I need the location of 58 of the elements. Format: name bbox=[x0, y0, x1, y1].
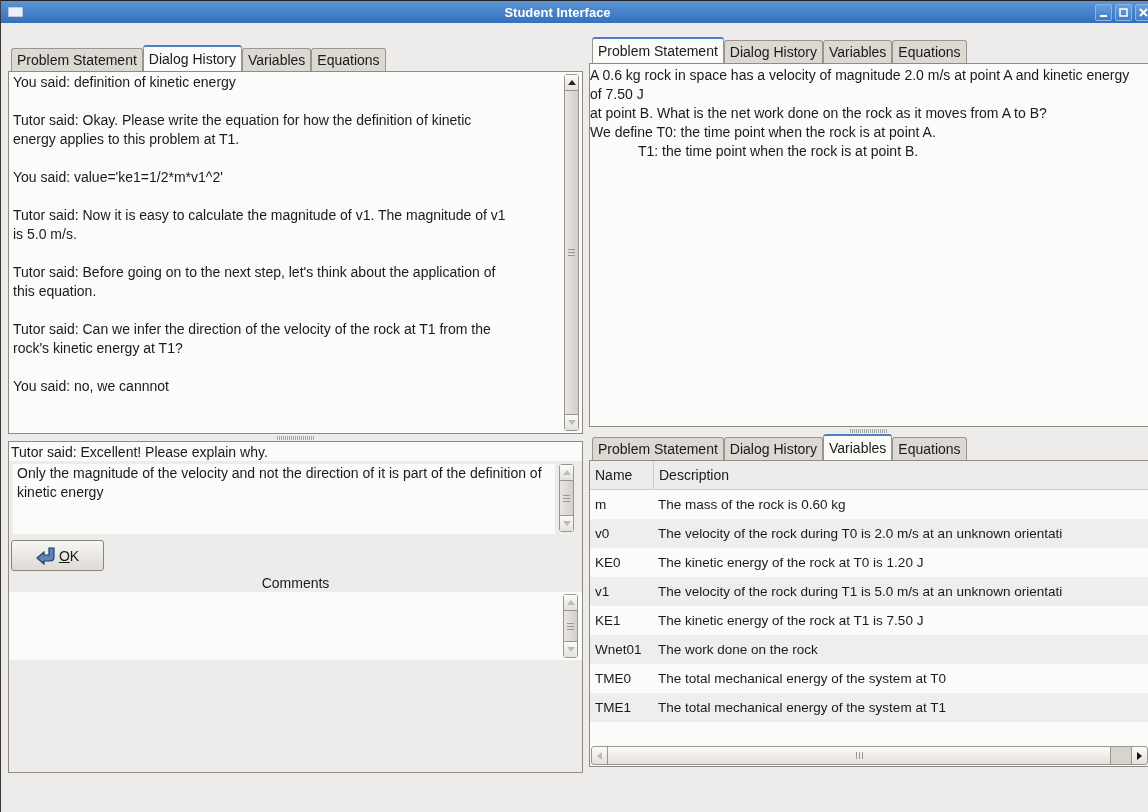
table-cell-text: The total mechanical energy of the system at T1 bbox=[657, 700, 946, 715]
table-cell-text: The work done on the rock bbox=[657, 642, 818, 657]
problem-text: at point B. What is the net work done on the rock as it moves from A to B? bbox=[590, 104, 1048, 123]
tab[interactable]: Variables bbox=[242, 48, 312, 71]
table-cell-text: The kinetic energy of the rock at T1 is 7.50 J bbox=[657, 613, 924, 628]
comments-label: Comments bbox=[260, 574, 331, 592]
table-cell-text: The mass of the rock is 0.60 kg bbox=[657, 497, 846, 512]
problem-text: We define T0: the time point when the rock is at point A. bbox=[590, 123, 937, 142]
dialog-message: Tutor said: Now it is easy to calculate the magnitude of v1. The magnitude of v1 is 5.0 m/s. bbox=[13, 206, 507, 244]
dialog-message: You said: no, we cannnot bbox=[13, 377, 170, 396]
dialog-message: Tutor said: Can we infer the direction of the velocity of the rock at T1 from the rock's kinetic energy at T1? bbox=[13, 320, 492, 358]
dialog-message: Tutor said: Okay. Please write the equation for how the definition of kinetic energy applies to this problem at T1. bbox=[13, 111, 473, 149]
tab[interactable]: Equations bbox=[311, 48, 386, 71]
table-cell-text: TME0 bbox=[594, 671, 632, 686]
dialog-message: You said: value='ke1=1/2*m*v1^2' bbox=[13, 168, 224, 187]
table-cell-text: Wnet01 bbox=[594, 642, 643, 657]
close-icon bbox=[1139, 7, 1148, 17]
vertical-scrollbar[interactable] bbox=[564, 74, 579, 431]
column-header[interactable]: Name bbox=[590, 461, 654, 489]
tab[interactable]: Equations bbox=[892, 437, 967, 460]
table-cell-text: m bbox=[594, 497, 608, 512]
tab[interactable]: Equations bbox=[892, 40, 967, 63]
table-cell-text: The kinetic energy of the rock at T0 is 1.20 J bbox=[657, 555, 924, 570]
window-menu-icon[interactable] bbox=[8, 7, 23, 17]
table-cell-text: KE0 bbox=[594, 555, 622, 570]
tab[interactable]: Problem Statement bbox=[11, 48, 143, 71]
tab[interactable]: Variables bbox=[823, 434, 893, 460]
table-cell-text: v1 bbox=[594, 584, 611, 599]
problem-text: T1: the time point when the rock is at point B. bbox=[637, 142, 920, 161]
table-cell-text: The total mechanical energy of the system at T0 bbox=[657, 671, 946, 686]
tutor-prompt: Tutor said: Excellent! Please explain why. bbox=[9, 442, 582, 461]
dialog-message: You said: definition of kinetic energy bbox=[13, 73, 237, 92]
table-cell-text: The velocity of the rock during T0 is 2.0 m/s at an unknown orientati bbox=[657, 526, 1063, 541]
tab[interactable]: Problem Statement bbox=[592, 437, 724, 460]
answer-field[interactable]: Only the magnitude of the velocity and not the direction of it is part of the definition of kinetic energy bbox=[13, 464, 555, 534]
minimize-icon bbox=[1100, 14, 1107, 17]
column-header[interactable]: Description bbox=[654, 461, 730, 489]
close-button[interactable] bbox=[1135, 3, 1148, 21]
window-title: Student Interface bbox=[503, 4, 612, 20]
maximize-button[interactable] bbox=[1115, 3, 1132, 21]
tab[interactable]: Dialog History bbox=[142, 45, 242, 71]
ok-button[interactable]: OK bbox=[11, 540, 104, 571]
maximize-icon bbox=[1119, 7, 1128, 17]
table-cell-text: KE1 bbox=[594, 613, 622, 628]
tab[interactable]: Dialog History bbox=[723, 40, 823, 63]
vertical-scrollbar[interactable] bbox=[563, 594, 578, 658]
vertical-scrollbar[interactable] bbox=[559, 464, 574, 532]
tab[interactable]: Variables bbox=[823, 40, 893, 63]
horizontal-scrollbar[interactable] bbox=[591, 746, 1148, 765]
tab[interactable]: Dialog History bbox=[723, 437, 823, 460]
dialog-message: Tutor said: Before going on to the next step, let's think about the application of this equation. bbox=[13, 263, 497, 301]
table-cell-text: v0 bbox=[594, 526, 611, 541]
comments-field[interactable] bbox=[9, 592, 582, 660]
minimize-button[interactable] bbox=[1095, 3, 1112, 21]
table-cell-text: TME1 bbox=[594, 700, 632, 715]
return-arrow-icon bbox=[35, 546, 56, 565]
table-cell-text: The velocity of the rock during T1 is 5.0 m/s at an unknown orientati bbox=[657, 584, 1063, 599]
tab[interactable]: Problem Statement bbox=[592, 37, 724, 63]
